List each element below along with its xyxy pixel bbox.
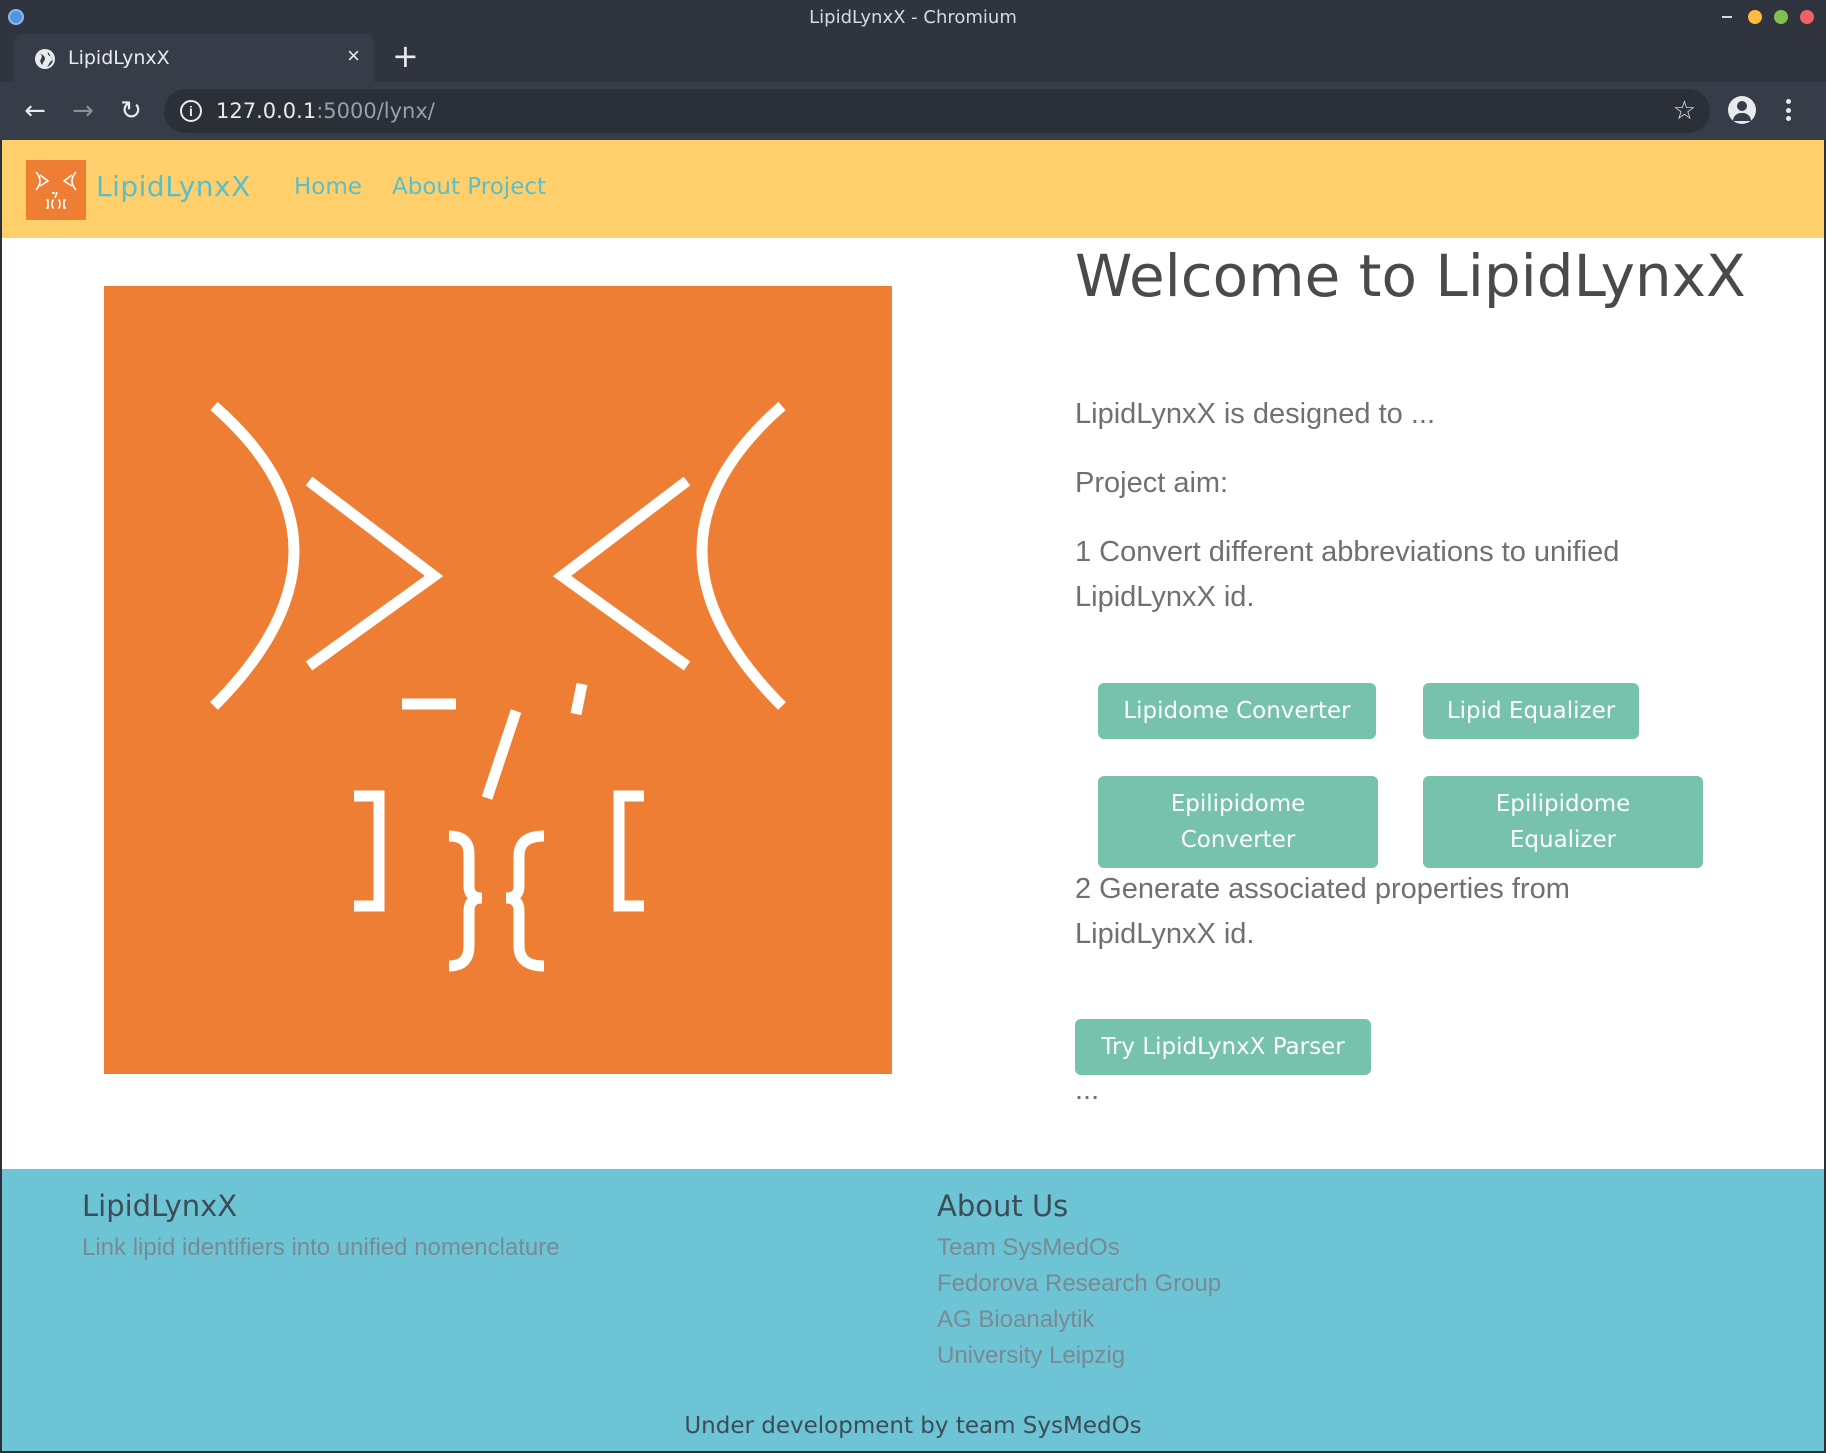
tab-strip: LipidLynxX × + (0, 34, 1826, 82)
tab-title: LipidLynxX (68, 47, 170, 69)
epilipidome-equalizer-button[interactable]: Epilipidome Equalizer (1423, 776, 1703, 868)
project-aim-label: Project aim: (1075, 467, 1229, 499)
browser-toolbar: ← → ↻ i 127.0.0.1:5000/lynx/ ☆ (0, 82, 1826, 140)
footer-link-fedorova-group[interactable]: Fedorova Research Group (937, 1270, 1221, 1298)
reload-button[interactable]: ↻ (116, 96, 146, 126)
aim-1-text: 1 Convert different abbreviations to uni… (1075, 536, 1620, 613)
profile-icon[interactable] (1728, 96, 1756, 124)
address-bar[interactable]: i 127.0.0.1:5000/lynx/ ☆ (164, 89, 1710, 133)
footer-link-university-leipzig[interactable]: University Leipzig (937, 1342, 1125, 1370)
intro-text: LipidLynxX is designed to ... (1075, 398, 1436, 430)
window-controls (1722, 10, 1814, 24)
close-window-button[interactable] (1800, 10, 1814, 24)
site-navbar: LipidLynxX Home About Project (2, 140, 1824, 238)
url-path: :5000/lynx/ (316, 99, 435, 123)
window-titlebar: LipidLynxX - Chromium (0, 0, 1826, 34)
footer-about-title: About Us (937, 1189, 1069, 1223)
tab-close-icon[interactable]: × (347, 44, 360, 68)
minimize-button[interactable] (1748, 10, 1762, 24)
nav-link-about-project[interactable]: About Project (392, 174, 546, 200)
footer-tagline: Link lipid identifiers into unified nome… (82, 1234, 560, 1261)
aim-2-text: 2 Generate associated properties from Li… (1075, 873, 1570, 950)
browser-tab[interactable]: LipidLynxX × (14, 34, 374, 82)
footer-link-ag-bioanalytik[interactable]: AG Bioanalytik (937, 1306, 1094, 1334)
globe-icon (35, 49, 55, 69)
site-footer: LipidLynxX Link lipid identifiers into u… (2, 1169, 1824, 1451)
try-parser-button[interactable]: Try LipidLynxX Parser (1075, 1019, 1371, 1075)
maximize-button[interactable] (1774, 10, 1788, 24)
url-text[interactable]: 127.0.0.1:5000/lynx/ (216, 99, 435, 123)
bookmark-star-icon[interactable]: ☆ (1673, 95, 1696, 126)
epilipidome-converter-button[interactable]: Epilipidome Converter (1098, 776, 1378, 868)
lipidlynxx-logo (104, 286, 892, 1074)
page-viewport: LipidLynxX Home About Project Welcome to… (2, 140, 1824, 1451)
footer-brand-title: LipidLynxX (82, 1189, 238, 1223)
footer-link-team-sysmedos[interactable]: Team SysMedOs (937, 1234, 1120, 1262)
forward-button[interactable]: → (68, 96, 98, 126)
brand-logo[interactable] (26, 160, 86, 220)
lipidome-converter-button[interactable]: Lipidome Converter (1098, 683, 1376, 739)
site-info-icon[interactable]: i (180, 100, 202, 122)
window-title: LipidLynxX - Chromium (809, 7, 1017, 28)
url-host: 127.0.0.1 (216, 99, 317, 123)
brand-name[interactable]: LipidLynxX (96, 170, 251, 203)
welcome-heading: Welcome to LipidLynxX (1075, 242, 1746, 310)
minimize-icon[interactable] (1722, 16, 1732, 18)
new-tab-button[interactable]: + (392, 40, 419, 72)
lipid-equalizer-button[interactable]: Lipid Equalizer (1423, 683, 1639, 739)
nav-link-home[interactable]: Home (294, 174, 362, 200)
footer-credit: Under development by team SysMedOs (684, 1413, 1142, 1439)
kebab-menu-icon[interactable] (1784, 96, 1792, 124)
back-button[interactable]: ← (20, 96, 50, 126)
ellipsis-text: ... (1075, 1074, 1100, 1106)
